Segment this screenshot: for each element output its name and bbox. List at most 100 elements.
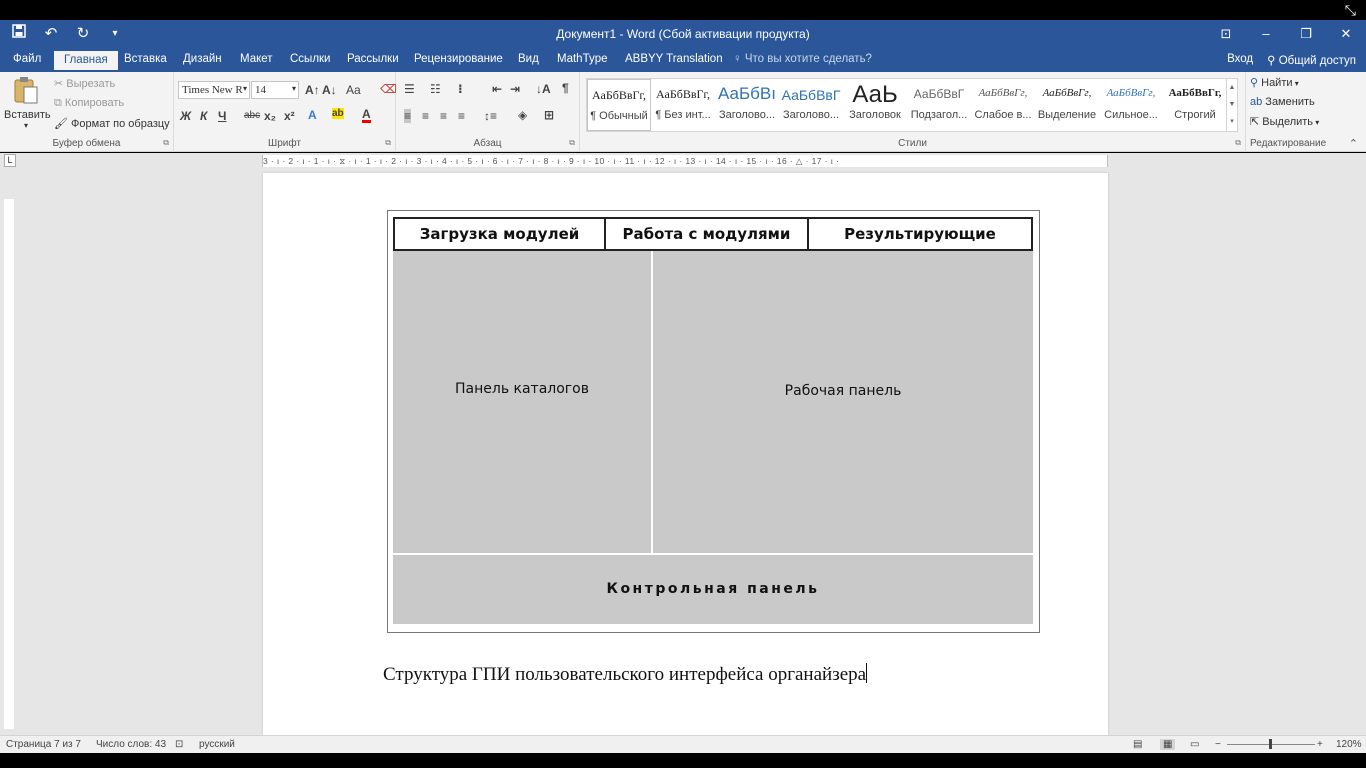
ribbon-display-icon[interactable]: ⊡ [1206, 20, 1246, 48]
underline-button[interactable]: Ч [218, 109, 226, 123]
format-painter-button[interactable]: 🖌 Формат по образцу [54, 117, 170, 130]
text-effects-icon[interactable]: A [308, 108, 317, 122]
font-color-icon[interactable]: A [362, 108, 371, 123]
style-strong[interactable]: АаБбВвГг, Строгий [1163, 79, 1227, 131]
superscript-button[interactable]: x² [284, 109, 295, 123]
find-button[interactable]: ⚲ Найти ▾ [1250, 76, 1299, 89]
borders-icon[interactable]: ⊞ [544, 108, 554, 122]
tab-view[interactable]: Вид [518, 53, 539, 65]
paste-label: Вставить [4, 109, 51, 121]
zoom-slider-thumb[interactable] [1269, 739, 1272, 749]
cut-button[interactable]: ✂ Вырезать [54, 77, 115, 90]
clear-formatting-icon[interactable]: ⌫ [380, 82, 397, 96]
style-subtle-emphasis[interactable]: АаБбВвГг, Слабое в... [971, 79, 1035, 131]
style-name: Заголовок [849, 109, 901, 121]
line-spacing-icon[interactable]: ↕≡ [484, 109, 497, 123]
style-emphasis[interactable]: АаБбВвГг, Выделение [1035, 79, 1099, 131]
tab-layout[interactable]: Макет [240, 53, 273, 65]
print-layout-icon[interactable]: ▦ [1160, 739, 1176, 750]
style-no-spacing[interactable]: АаБбВвГг, ¶ Без инт... [651, 79, 715, 131]
vertical-ruler [0, 169, 18, 735]
shading-icon[interactable]: ◈ [518, 108, 527, 122]
paragraph-group-label: Абзац [473, 138, 502, 149]
figure-caption[interactable]: Структура ГПИ пользовательского интерфей… [383, 663, 868, 686]
highlight-icon[interactable]: ab [332, 108, 344, 119]
align-left-icon[interactable]: ≡ [404, 109, 412, 123]
header-module-loading: Загрузка модулей [393, 217, 606, 251]
clipboard-group-label: Буфер обмена [52, 138, 121, 149]
tab-selector[interactable]: L [4, 154, 16, 167]
multilevel-list-icon[interactable]: ⁝ [458, 82, 463, 96]
person-icon: ⚲ [1267, 55, 1276, 67]
style-preview: АаБбВвГг, [1042, 87, 1092, 99]
align-center-icon[interactable]: ≡ [422, 109, 429, 123]
web-layout-icon[interactable]: ▭ [1190, 739, 1199, 750]
share-button[interactable]: ⚲ Общий доступ [1267, 53, 1356, 67]
style-name: Подзагол... [910, 109, 968, 121]
sort-icon[interactable]: ↓A [536, 82, 551, 96]
tab-file[interactable]: Файл [13, 53, 41, 65]
font-name-box[interactable]: Times New R ▾ [178, 81, 250, 99]
tab-references[interactable]: Ссылки [290, 53, 331, 65]
zoom-in-icon[interactable]: + [1317, 739, 1323, 750]
sign-in-link[interactable]: Вход [1227, 53, 1253, 67]
word-count[interactable]: Число слов: 43 [96, 739, 166, 750]
vertical-ruler-scale[interactable] [4, 199, 14, 729]
zoom-level[interactable]: 120% [1336, 739, 1362, 750]
style-heading1[interactable]: АаБбВı Заголово... [715, 79, 779, 131]
document-page[interactable]: Загрузка модулей Работа с модулями Резул… [263, 173, 1108, 735]
style-intense-emphasis[interactable]: АаБбВвГг, Сильное... [1099, 79, 1163, 131]
zoom-out-icon[interactable]: − [1215, 739, 1221, 750]
bold-button[interactable]: Ж [180, 109, 191, 123]
dialog-launcher-icon[interactable]: ⧉ [163, 138, 169, 148]
page-count[interactable]: Страница 7 из 7 [6, 739, 81, 750]
select-button[interactable]: ⇱ Выделить ▾ [1250, 115, 1319, 128]
style-normal[interactable]: АаБбВвГг, ¶ Обычный [587, 79, 651, 131]
style-heading2[interactable]: АаБбВвГ Заголово... [779, 79, 843, 131]
chevron-down-icon: ▾ [291, 84, 296, 93]
style-name: Строгий [1174, 109, 1216, 121]
style-title[interactable]: АаЬ Заголовок [843, 79, 907, 131]
copy-button[interactable]: ⧉ Копировать [54, 97, 124, 110]
subscript-button[interactable]: x₂ [264, 109, 276, 123]
pilcrow-icon[interactable]: ¶ [562, 81, 569, 95]
tab-review[interactable]: Рецензирование [414, 53, 503, 65]
numbering-icon[interactable]: ☷ [430, 82, 441, 96]
interface-structure-figure[interactable]: Загрузка модулей Работа с модулями Резул… [387, 210, 1040, 633]
align-right-icon[interactable]: ≡ [440, 109, 447, 123]
style-subtitle[interactable]: АаБбВвГ Подзагол... [907, 79, 971, 131]
ruler-scale[interactable]: 3 · ı · 2 · ı · 1 · ı · ⧖ · ı · 1 · ı · … [262, 155, 1108, 167]
read-mode-icon[interactable]: ▤ [1133, 739, 1142, 750]
paste-button[interactable]: Вставить ▾ [4, 76, 51, 132]
document-workspace: Загрузка модулей Работа с модулями Резул… [18, 169, 1366, 735]
tab-design[interactable]: Дизайн [183, 53, 222, 65]
shrink-font-icon[interactable]: A↓ [322, 83, 337, 97]
tell-me-search[interactable]: ♀ Что вы хотите сделать? [733, 53, 872, 65]
justify-icon[interactable]: ≡ [458, 109, 465, 123]
styles-scroll[interactable]: ▲ ▼ ▾ [1226, 79, 1237, 131]
bullets-icon[interactable]: ☰ [404, 82, 415, 96]
language-indicator[interactable]: русский [199, 739, 235, 750]
collapse-ribbon-icon[interactable]: ⌃ [1349, 137, 1358, 150]
replace-button[interactable]: ab Заменить [1250, 96, 1315, 108]
strikethrough-button[interactable]: abc [244, 110, 260, 121]
change-case-icon[interactable]: Aa [346, 83, 361, 97]
dialog-launcher-icon[interactable]: ⧉ [385, 138, 391, 148]
dialog-launcher-icon[interactable]: ⧉ [569, 138, 575, 148]
font-size-box[interactable]: 14 ▾ [251, 81, 299, 99]
minimize-button[interactable]: – [1246, 20, 1286, 48]
tab-mathtype[interactable]: MathType [557, 53, 608, 65]
italic-button[interactable]: К [200, 109, 207, 123]
tab-insert[interactable]: Вставка [124, 53, 167, 65]
close-button[interactable]: ✕ [1326, 20, 1366, 48]
dialog-launcher-icon[interactable]: ⧉ [1235, 138, 1241, 148]
tab-mailings[interactable]: Рассылки [347, 53, 399, 65]
tab-home[interactable]: Главная [54, 51, 118, 70]
proofing-icon[interactable]: ⊡ [175, 739, 183, 750]
maximize-button[interactable]: ❐ [1286, 20, 1326, 48]
increase-indent-icon[interactable]: ⇥ [510, 82, 520, 96]
tab-abbyy[interactable]: ABBYY Translation [625, 53, 723, 65]
exit-fullscreen-icon[interactable]: ⤡ [1345, 2, 1356, 19]
grow-font-icon[interactable]: A↑ [305, 83, 320, 97]
decrease-indent-icon[interactable]: ⇤ [492, 82, 502, 96]
